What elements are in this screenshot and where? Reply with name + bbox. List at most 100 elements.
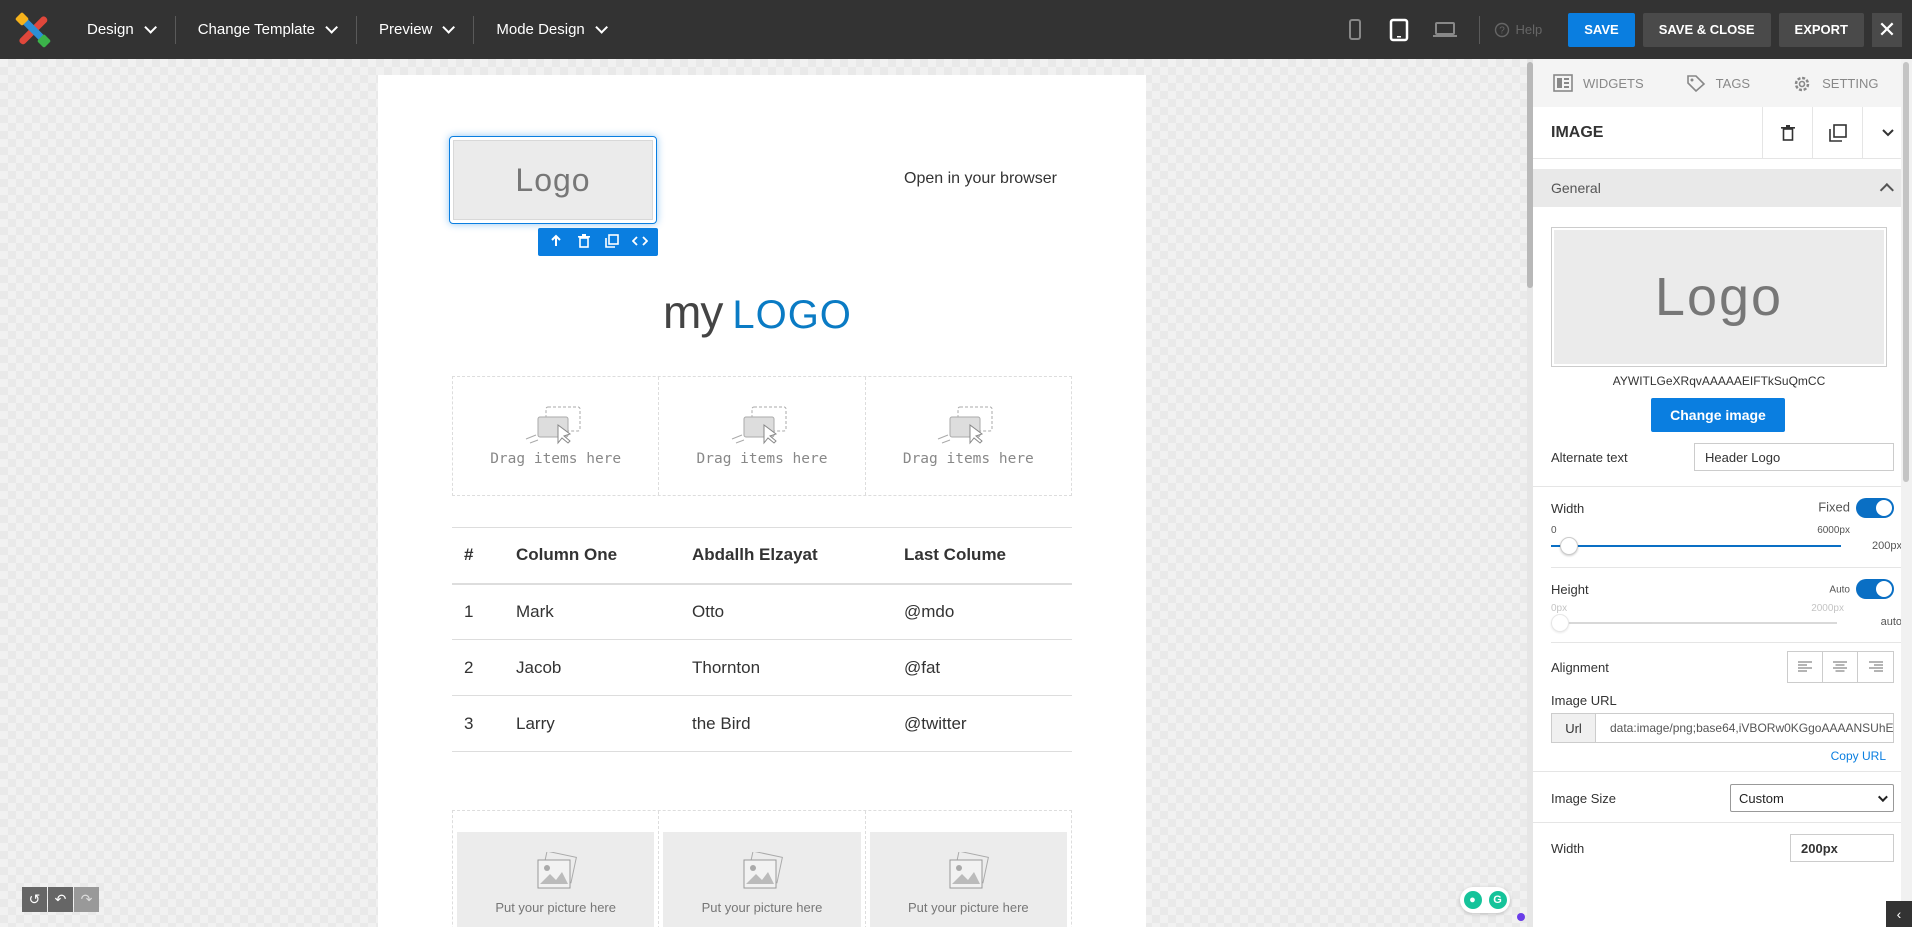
duplicate-block-button[interactable] bbox=[1812, 106, 1862, 159]
width-slider[interactable] bbox=[1551, 537, 1841, 555]
width-slider-knob[interactable] bbox=[1559, 537, 1578, 555]
width-slider-row: 200px bbox=[1533, 537, 1912, 559]
picture-slot[interactable]: Put your picture here bbox=[866, 811, 1071, 927]
image-url-input[interactable]: data:image/png;base64,iVBORw0KGgoAAAANSU… bbox=[1596, 714, 1893, 742]
width2-input[interactable]: 200px bbox=[1790, 834, 1894, 862]
drag-zone[interactable]: Drag items here bbox=[866, 377, 1071, 495]
tab-setting[interactable]: SETTING bbox=[1792, 74, 1878, 92]
picture-placeholder: Put your picture here bbox=[869, 832, 1067, 927]
tab-widgets[interactable]: WIDGETS bbox=[1553, 74, 1644, 92]
collapse-sidebar-icon[interactable]: ‹ bbox=[1886, 901, 1912, 927]
height-label: Height bbox=[1551, 581, 1589, 597]
alignment-row: Alignment bbox=[1533, 651, 1912, 683]
align-right-icon[interactable] bbox=[1858, 652, 1893, 682]
bulb-icon[interactable]: ● bbox=[1463, 891, 1482, 909]
width-max: 6000px bbox=[1817, 524, 1850, 536]
open-in-browser-link[interactable]: Open in your browser bbox=[904, 170, 1057, 188]
duplicate-icon[interactable] bbox=[602, 233, 622, 251]
save-close-button[interactable]: SAVE & CLOSE bbox=[1642, 12, 1771, 47]
picture-slot[interactable]: Put your picture here bbox=[453, 811, 660, 927]
table-cell: @twitter bbox=[892, 695, 1072, 752]
alt-text-input[interactable]: Header Logo bbox=[1694, 443, 1894, 471]
image-file-name: AYWITLGeXRqvAAAAAEIFTkSuQmCC bbox=[1612, 374, 1826, 388]
picture-text: Put your picture here bbox=[495, 900, 616, 915]
align-center-icon[interactable] bbox=[1823, 652, 1858, 682]
height-slider[interactable] bbox=[1551, 614, 1837, 632]
table-row: 2 Jacob Thornton @fat bbox=[452, 639, 1072, 696]
width-min: 0 bbox=[1551, 524, 1557, 536]
undo-icon[interactable]: ↶ bbox=[48, 887, 73, 912]
chevron-up-icon bbox=[1879, 183, 1894, 198]
top-bar: Design Change Template Preview Mode Desi… bbox=[0, 0, 1912, 59]
drag-items-text: Drag items here bbox=[902, 451, 1034, 467]
height-slider-knob[interactable] bbox=[1551, 614, 1569, 632]
data-table[interactable]: # Column One Abdallh Elzayat Last Colume… bbox=[452, 527, 1072, 752]
drag-zone[interactable]: Drag items here bbox=[659, 377, 866, 495]
tab-tags[interactable]: TAGS bbox=[1686, 74, 1750, 93]
email-body: Logo Open in your browser my LOGO Drag i… bbox=[378, 75, 1146, 927]
close-icon[interactable]: ✕ bbox=[1872, 12, 1902, 47]
code-icon[interactable] bbox=[630, 234, 650, 251]
menu-preview[interactable]: Preview bbox=[357, 0, 473, 59]
height-auto-toggle[interactable] bbox=[1856, 579, 1894, 599]
image-preview-text: Logo bbox=[1554, 230, 1884, 364]
menu-preview-label: Preview bbox=[379, 21, 433, 38]
app-logo-icon[interactable] bbox=[13, 10, 53, 50]
table-cell: Otto bbox=[680, 583, 892, 640]
table-cell: 1 bbox=[452, 583, 504, 640]
selected-logo-block[interactable]: Logo bbox=[449, 136, 657, 224]
height-mode: Auto bbox=[1829, 579, 1894, 599]
chevron-down-icon bbox=[1881, 128, 1894, 136]
table-cell: @fat bbox=[892, 639, 1072, 696]
menu-change-template[interactable]: Change Template bbox=[176, 0, 356, 59]
trash-icon[interactable] bbox=[574, 233, 594, 251]
width2-row: Width 200px bbox=[1533, 833, 1912, 863]
drag-zone[interactable]: Drag items here bbox=[453, 377, 660, 495]
export-button[interactable]: EXPORT bbox=[1778, 12, 1864, 47]
mobile-view-icon[interactable] bbox=[1344, 18, 1366, 42]
block-toolbar bbox=[538, 228, 658, 256]
trash-icon bbox=[1780, 124, 1795, 141]
menu-mode-design[interactable]: Mode Design bbox=[474, 0, 625, 59]
height-range-labels: 0px 2000px bbox=[1533, 602, 1912, 614]
height-row: Height Auto bbox=[1533, 578, 1912, 600]
delete-block-button[interactable] bbox=[1762, 106, 1812, 159]
tablet-view-icon[interactable] bbox=[1388, 18, 1410, 42]
change-image-button[interactable]: Change image bbox=[1651, 398, 1785, 432]
width2-label: Width bbox=[1551, 840, 1585, 856]
properties-panel: WIDGETS TAGS SETTING IMAGE General Logo … bbox=[1533, 59, 1912, 927]
width-row: Width Fixed bbox=[1533, 497, 1912, 519]
help-label: Help bbox=[1515, 22, 1543, 37]
general-section-header[interactable]: General bbox=[1533, 169, 1912, 207]
arrow-up-icon[interactable] bbox=[546, 234, 566, 251]
brand-logo-part2: LOGO bbox=[732, 293, 852, 337]
image-size-row: Image Size Custom bbox=[1533, 784, 1912, 812]
save-button[interactable]: SAVE bbox=[1568, 12, 1635, 47]
history-icon[interactable]: ↺ bbox=[22, 887, 47, 912]
tab-widgets-label: WIDGETS bbox=[1583, 75, 1644, 91]
divider bbox=[1533, 771, 1912, 772]
grammarly-widget[interactable]: ● G bbox=[1460, 887, 1510, 913]
align-left-icon[interactable] bbox=[1788, 652, 1823, 682]
table-cell: Thornton bbox=[680, 639, 892, 696]
help-link[interactable]: ? Help bbox=[1494, 22, 1543, 38]
picture-slot[interactable]: Put your picture here bbox=[659, 811, 866, 927]
picture-text: Put your picture here bbox=[907, 900, 1029, 915]
picture-row: Put your picture here Put your picture h… bbox=[452, 810, 1072, 927]
height-slider-track bbox=[1551, 622, 1837, 624]
grammarly-icon[interactable]: G bbox=[1488, 891, 1507, 909]
copy-url-link[interactable]: Copy URL bbox=[1533, 749, 1912, 763]
duplicate-icon bbox=[1828, 123, 1847, 142]
width-fixed-toggle[interactable] bbox=[1856, 498, 1894, 518]
desktop-view-icon[interactable] bbox=[1432, 18, 1457, 42]
redo-icon[interactable]: ↷ bbox=[74, 887, 99, 912]
image-placeholder-icon bbox=[534, 850, 578, 892]
drag-items-text: Drag items here bbox=[696, 451, 828, 467]
help-icon: ? bbox=[1494, 22, 1509, 37]
menu-design[interactable]: Design bbox=[65, 0, 175, 59]
height-value: auto bbox=[1880, 616, 1902, 628]
divider bbox=[1551, 642, 1902, 643]
height-max: 2000px bbox=[1811, 602, 1844, 614]
panel-scrollbar-thumb[interactable] bbox=[1903, 62, 1909, 482]
image-size-select[interactable]: Custom bbox=[1730, 784, 1894, 812]
